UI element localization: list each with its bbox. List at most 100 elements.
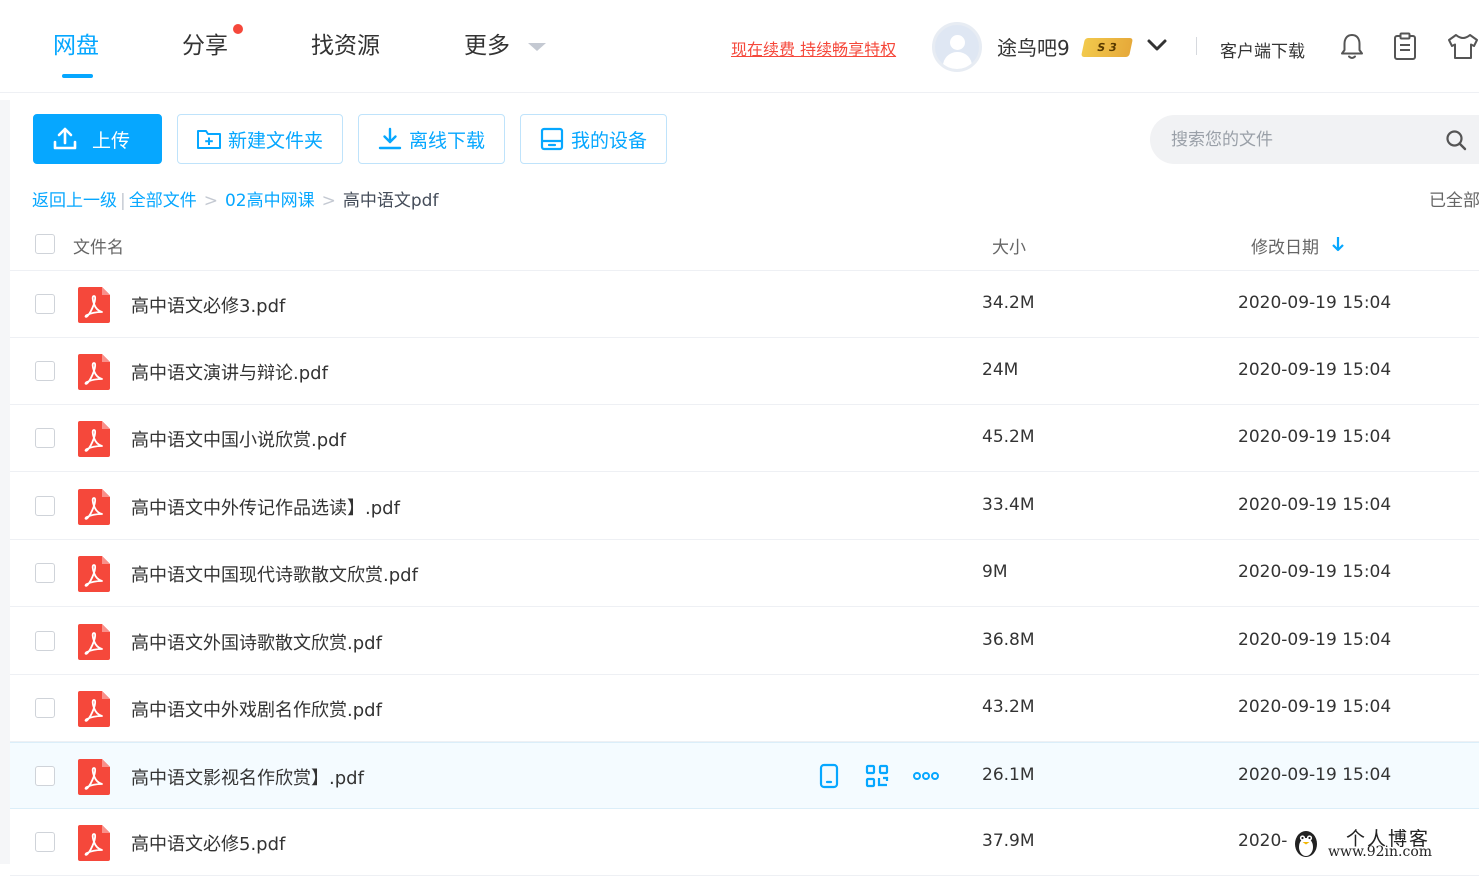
row-checkbox[interactable] [35,563,55,583]
file-size: 36.8M [982,630,1035,650]
file-size: 37.9M [982,831,1035,851]
bell-icon[interactable] [1338,31,1366,61]
offline-download-button[interactable]: 离线下载 [358,114,505,164]
column-header-size[interactable]: 大小 [992,233,1026,258]
file-size: 33.4M [982,495,1035,515]
table-row[interactable]: 高中语文演讲与辩论.pdf 24M 2020-09-19 15:04 [10,338,1479,405]
caret-down-icon[interactable] [528,43,546,51]
row-checkbox[interactable] [35,361,55,381]
file-size: 26.1M [982,765,1035,785]
top-bar: 网盘 分享 找资源 更多 现在续费 持续畅享特权 途鸟吧9 S 3 客户端下载 [0,0,1479,93]
tab-netdisk[interactable]: 网盘 [53,30,99,62]
pdf-file-icon [78,556,110,592]
my-devices-button[interactable]: 我的设备 [520,114,667,164]
share-link-icon[interactable] [865,764,889,788]
avatar[interactable] [932,22,982,72]
file-name[interactable]: 高中语文必修3.pdf [131,292,285,318]
file-date: 2020- [1238,831,1288,851]
file-size: 34.2M [982,293,1035,313]
pdf-file-icon [78,759,110,795]
row-checkbox[interactable] [35,631,55,651]
watermark: 个人博客 www.92in.com [1288,824,1479,864]
client-download-link[interactable]: 客户端下载 [1220,37,1305,62]
device-icon [540,127,564,151]
vip-badge: S 3 [1080,38,1134,57]
pdf-file-icon [78,825,110,861]
column-header-date[interactable]: 修改日期 [1251,233,1319,258]
renew-promo-link[interactable]: 现在续费 持续畅享特权 [731,36,896,60]
table-row[interactable]: 高中语文必修3.pdf 34.2M 2020-09-19 15:04 [10,271,1479,338]
table-row[interactable]: 高中语文中外传记作品选读】.pdf 33.4M 2020-09-19 15:04 [10,473,1479,540]
row-checkbox[interactable] [35,832,55,852]
watermark-url: www.92in.com [1328,844,1433,860]
active-tab-indicator [62,74,93,78]
back-link[interactable]: 返回上一级 [32,191,117,211]
file-name[interactable]: 高中语文演讲与辩论.pdf [131,359,328,385]
table-row[interactable]: 高中语文中国小说欣赏.pdf 45.2M 2020-09-19 15:04 [10,405,1479,472]
breadcrumb-all-files[interactable]: 全部文件 [129,191,197,211]
select-all-checkbox[interactable] [35,234,55,254]
new-folder-label: 新建文件夹 [228,129,324,152]
tab-share[interactable]: 分享 [182,30,228,62]
file-size: 45.2M [982,427,1035,447]
file-date: 2020-09-19 15:04 [1238,495,1392,515]
breadcrumb-separator: > [203,191,218,211]
file-name[interactable]: 高中语文中国小说欣赏.pdf [131,426,346,452]
new-folder-button[interactable]: 新建文件夹 [177,114,343,164]
left-gutter [0,100,10,864]
file-name[interactable]: 高中语文中外戏剧名作欣赏.pdf [131,696,382,722]
tab-more[interactable]: 更多 [464,30,510,62]
phone-icon[interactable] [818,763,840,789]
tshirt-icon[interactable] [1446,31,1479,61]
file-date: 2020-09-19 15:04 [1238,765,1392,785]
username[interactable]: 途鸟吧9 [997,32,1070,61]
new-folder-icon [197,130,221,149]
row-checkbox[interactable] [35,766,55,786]
divider [1196,37,1197,55]
chevron-down-icon[interactable] [1146,36,1168,54]
file-name[interactable]: 高中语文必修5.pdf [131,830,285,856]
row-checkbox[interactable] [35,294,55,314]
offline-download-label: 离线下载 [409,129,486,152]
pdf-file-icon [78,691,110,727]
notification-dot [233,24,243,34]
pdf-file-icon [78,287,110,323]
table-row[interactable]: 高中语文外国诗歌散文欣赏.pdf 36.8M 2020-09-19 15:04 [10,608,1479,675]
breadcrumb: 返回上一级 | 全部文件 >02高中网课 > 高中语文pdf [32,191,439,211]
search-input[interactable] [1171,129,1431,150]
search-box [1150,115,1479,164]
file-date: 2020-09-19 15:04 [1238,697,1392,717]
table-row[interactable]: 高中语文影视名作欣赏】.pdf 26.1M 2020-09-19 15:04 [10,742,1479,809]
file-date: 2020-09-19 15:04 [1238,360,1392,380]
table-row[interactable]: 高中语文中外戏剧名作欣赏.pdf 43.2M 2020-09-19 15:04 [10,675,1479,742]
file-name[interactable]: 高中语文中国现代诗歌散文欣赏.pdf [131,561,418,587]
sort-down-arrow-icon[interactable] [1331,236,1345,252]
file-date: 2020-09-19 15:04 [1238,293,1392,313]
upload-button[interactable]: 上传 [33,114,162,164]
file-size: 9M [982,562,1008,582]
breadcrumb-folder[interactable]: 02高中网课 [225,191,315,211]
pdf-file-icon [78,624,110,660]
file-name[interactable]: 高中语文中外传记作品选读】.pdf [131,494,400,520]
file-name[interactable]: 高中语文外国诗歌散文欣赏.pdf [131,629,382,655]
file-date: 2020-09-19 15:04 [1238,630,1392,650]
clipboard-icon[interactable] [1391,31,1419,61]
row-checkbox[interactable] [35,698,55,718]
table-row[interactable]: 高中语文必修5.pdf 37.9M 2020- [10,809,1479,876]
pdf-file-icon [78,489,110,525]
tab-find-resources[interactable]: 找资源 [311,30,380,62]
file-name[interactable]: 高中语文影视名作欣赏】.pdf [131,764,364,790]
breadcrumb-current: 高中语文pdf [342,191,439,211]
loaded-status: 已全部 [1429,191,1479,211]
penguin-logo-icon [1295,831,1317,857]
row-checkbox[interactable] [35,496,55,516]
table-row[interactable]: 高中语文中国现代诗歌散文欣赏.pdf 9M 2020-09-19 15:04 [10,540,1479,607]
upload-label: 上传 [92,129,131,152]
breadcrumb-separator: > [321,191,336,211]
more-icon[interactable] [913,771,939,781]
column-header-name[interactable]: 文件名 [73,233,124,258]
file-date: 2020-09-19 15:04 [1238,427,1392,447]
search-icon[interactable] [1444,128,1468,152]
pdf-file-icon [78,354,110,390]
row-checkbox[interactable] [35,428,55,448]
